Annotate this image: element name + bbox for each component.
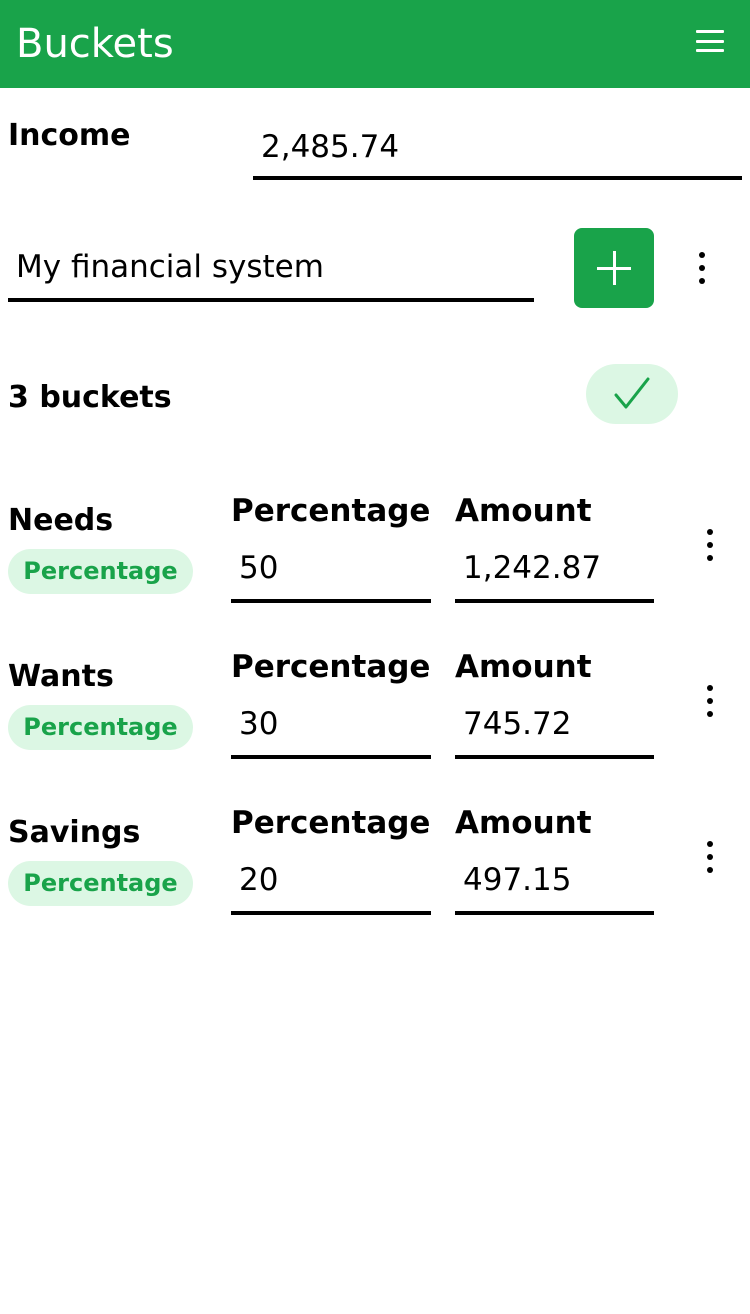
percentage-input[interactable]	[231, 852, 431, 907]
bucket-count: 3 buckets	[8, 380, 172, 415]
bucket-more-icon[interactable]	[700, 839, 720, 875]
percentage-field[interactable]	[231, 852, 431, 915]
bucket-type-chip[interactable]: Percentage	[8, 549, 193, 594]
percentage-input[interactable]	[231, 696, 431, 751]
bucket-type-chip[interactable]: Percentage	[8, 861, 193, 906]
bucket-name: Wants	[8, 659, 114, 694]
amount-input[interactable]	[455, 540, 654, 595]
bucket-type-chip[interactable]: Percentage	[8, 705, 193, 750]
percentage-field[interactable]	[231, 696, 431, 759]
amount-field[interactable]	[455, 540, 654, 603]
add-bucket-button[interactable]	[574, 228, 654, 308]
page-title: Buckets	[16, 21, 174, 67]
system-name-field[interactable]	[8, 240, 534, 302]
amount-input[interactable]	[455, 696, 654, 751]
percentage-header: Percentage	[231, 805, 431, 841]
system-more-icon[interactable]	[692, 250, 712, 286]
bucket-name: Needs	[8, 503, 114, 538]
bucket-more-icon[interactable]	[700, 527, 720, 563]
percentage-header: Percentage	[231, 493, 431, 529]
amount-header: Amount	[455, 805, 592, 841]
amount-field[interactable]	[455, 852, 654, 915]
confirm-button[interactable]	[586, 364, 678, 424]
amount-header: Amount	[455, 493, 592, 529]
app-bar: Buckets	[0, 0, 750, 88]
hamburger-menu-icon[interactable]	[696, 30, 724, 52]
income-input[interactable]	[253, 120, 742, 172]
amount-header: Amount	[455, 649, 592, 685]
percentage-field[interactable]	[231, 540, 431, 603]
system-name-input[interactable]	[8, 240, 534, 294]
income-field[interactable]	[253, 120, 742, 180]
checkmark-icon	[614, 377, 650, 409]
amount-field[interactable]	[455, 696, 654, 759]
percentage-input[interactable]	[231, 540, 431, 595]
income-label: Income	[8, 118, 131, 153]
bucket-more-icon[interactable]	[700, 683, 720, 719]
bucket-name: Savings	[8, 815, 141, 850]
amount-input[interactable]	[455, 852, 654, 907]
percentage-header: Percentage	[231, 649, 431, 685]
